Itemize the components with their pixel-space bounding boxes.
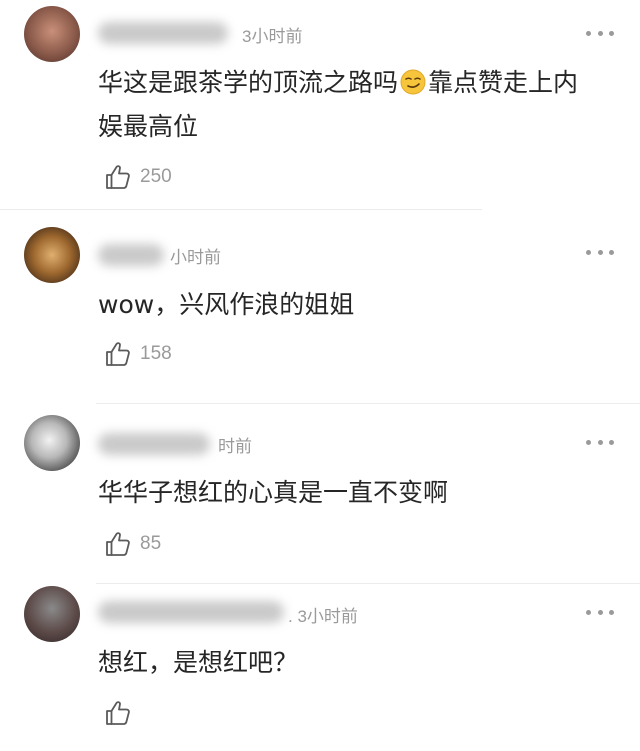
thumbs-up-icon <box>106 532 130 556</box>
divider <box>96 583 640 584</box>
comment-text-part: 娱最高位 <box>98 112 199 141</box>
comment-text: 华这是跟茶学的顶流之路吗 靠点赞走上内 娱最高位 <box>98 61 618 149</box>
username-blurred[interactable] <box>98 433 210 455</box>
username-blurred[interactable] <box>98 22 228 44</box>
more-options-icon[interactable] <box>586 438 614 446</box>
like-count: 85 <box>140 533 162 554</box>
comment-timestamp: 时前 <box>218 437 252 456</box>
more-options-icon[interactable] <box>586 248 614 256</box>
more-options-icon[interactable] <box>586 608 614 616</box>
comment-timestamp: 小时前 <box>170 248 221 267</box>
comment-timestamp: . 3小时前 <box>288 607 358 626</box>
comment-text-part: 华这是跟茶学的顶流之路吗 <box>98 68 399 97</box>
comment-text-part: 靠点赞走上内 <box>428 68 579 97</box>
thumbs-up-icon <box>106 342 130 366</box>
more-options-icon[interactable] <box>586 29 614 37</box>
avatar[interactable] <box>24 586 80 642</box>
thumbs-up-icon <box>106 701 130 725</box>
username-blurred[interactable] <box>98 601 284 623</box>
username-blurred[interactable] <box>98 244 164 266</box>
avatar[interactable] <box>24 227 80 283</box>
smirk-emoji-icon <box>400 69 426 95</box>
like-button[interactable]: 158 <box>104 339 172 369</box>
thumbs-up-icon <box>106 165 130 189</box>
like-button[interactable]: 85 <box>104 529 161 559</box>
like-count: 250 <box>140 166 172 187</box>
avatar[interactable] <box>24 415 80 471</box>
avatar[interactable] <box>24 6 80 62</box>
comment-timestamp: 3小时前 <box>242 27 303 46</box>
comment-text: 想红，是想红吧？ <box>98 648 299 677</box>
like-count: 158 <box>140 343 172 364</box>
divider <box>0 209 482 210</box>
comment-text: 华华子想红的心真是一直不变啊 <box>98 478 449 507</box>
divider <box>96 403 640 404</box>
like-button[interactable]: 250 <box>104 162 172 192</box>
comment-text: wow，兴风作浪的姐姐 <box>98 290 355 319</box>
like-button[interactable] <box>104 698 140 728</box>
